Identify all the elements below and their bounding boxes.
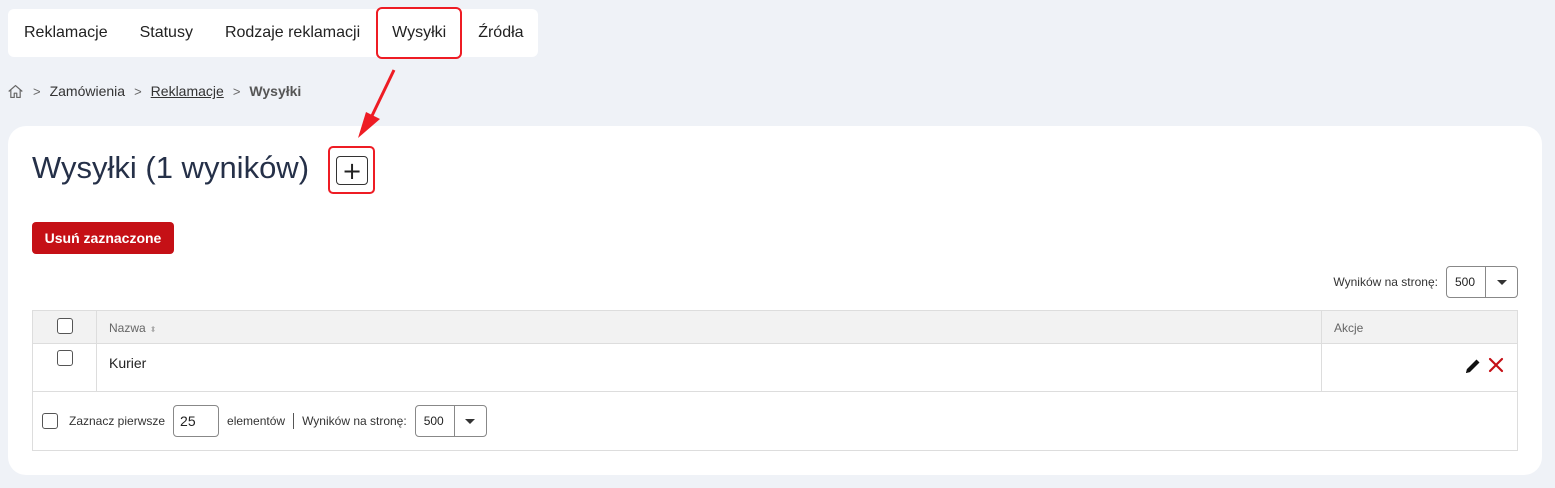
add-button[interactable]: + bbox=[336, 156, 368, 185]
table-row: Kurier bbox=[33, 344, 1517, 392]
tab-reklamacje[interactable]: Reklamacje bbox=[8, 9, 124, 57]
column-label: Nazwa bbox=[109, 321, 146, 335]
sort-icon[interactable]: ⬍ bbox=[150, 325, 157, 334]
per-page-select[interactable]: 500 bbox=[1446, 266, 1518, 298]
row-checkbox[interactable] bbox=[57, 350, 73, 366]
chevron-right-icon: > bbox=[134, 83, 142, 99]
page-title: Wysyłki (1 wyników) bbox=[32, 150, 310, 185]
row-name: Kurier bbox=[109, 355, 147, 371]
tabs-bar: Reklamacje Statusy Rodzaje reklamacji Wy… bbox=[8, 7, 539, 59]
tab-rodzaje-reklamacji[interactable]: Rodzaje reklamacji bbox=[209, 9, 376, 57]
elements-label: elementów bbox=[227, 414, 286, 428]
results-table: Nazwa ⬍ Akcje Kurier Zaznacz pierwsze 25… bbox=[32, 310, 1518, 451]
breadcrumb-item-current: Wysyłki bbox=[249, 83, 302, 99]
caret-down-icon bbox=[465, 418, 476, 424]
close-icon[interactable] bbox=[1487, 356, 1505, 374]
dropdown-toggle[interactable] bbox=[1485, 267, 1517, 297]
select-all-checkbox[interactable] bbox=[57, 318, 73, 334]
select-first-checkbox[interactable] bbox=[42, 413, 58, 429]
per-page-label: Wyników na stronę: bbox=[1333, 275, 1438, 289]
table-footer: Zaznacz pierwsze elementów Wyników na st… bbox=[33, 392, 1517, 450]
main-card: Wysyłki (1 wyników) + Usuń zaznaczone Wy… bbox=[8, 126, 1542, 475]
tab-zrodla[interactable]: Źródła bbox=[462, 9, 539, 57]
breadcrumb-item-zamowienia[interactable]: Zamówienia bbox=[50, 83, 125, 99]
home-icon[interactable] bbox=[7, 83, 24, 100]
caret-down-icon bbox=[1496, 279, 1507, 285]
dropdown-toggle[interactable] bbox=[453, 406, 486, 436]
divider bbox=[293, 413, 295, 429]
per-page-select-bottom[interactable]: 500 bbox=[414, 405, 487, 437]
delete-selected-button[interactable]: Usuń zaznaczone bbox=[32, 222, 174, 254]
breadcrumb-item-reklamacje[interactable]: Reklamacje bbox=[151, 83, 224, 99]
table-header: Nazwa ⬍ Akcje bbox=[33, 311, 1517, 344]
select-first-input[interactable] bbox=[173, 405, 220, 437]
column-header-akcje: Akcje bbox=[1334, 321, 1364, 335]
column-header-nazwa[interactable]: Nazwa ⬍ bbox=[109, 321, 156, 335]
per-page-value: 500 bbox=[423, 414, 444, 428]
tab-statusy[interactable]: Statusy bbox=[124, 9, 209, 57]
select-first-label: Zaznacz pierwsze bbox=[69, 414, 166, 428]
per-page-top: Wyników na stronę: 500 bbox=[1333, 266, 1518, 298]
chevron-right-icon: > bbox=[232, 83, 241, 99]
tab-wysylki[interactable]: Wysyłki bbox=[376, 7, 463, 59]
add-button-highlight: + bbox=[328, 146, 375, 194]
per-page-label: Wyników na stronę: bbox=[302, 414, 407, 428]
pencil-icon[interactable] bbox=[1463, 356, 1483, 376]
chevron-right-icon: > bbox=[33, 83, 41, 99]
per-page-value: 500 bbox=[1455, 275, 1476, 289]
breadcrumb: > Zamówienia > Reklamacje > Wysyłki bbox=[7, 81, 301, 101]
